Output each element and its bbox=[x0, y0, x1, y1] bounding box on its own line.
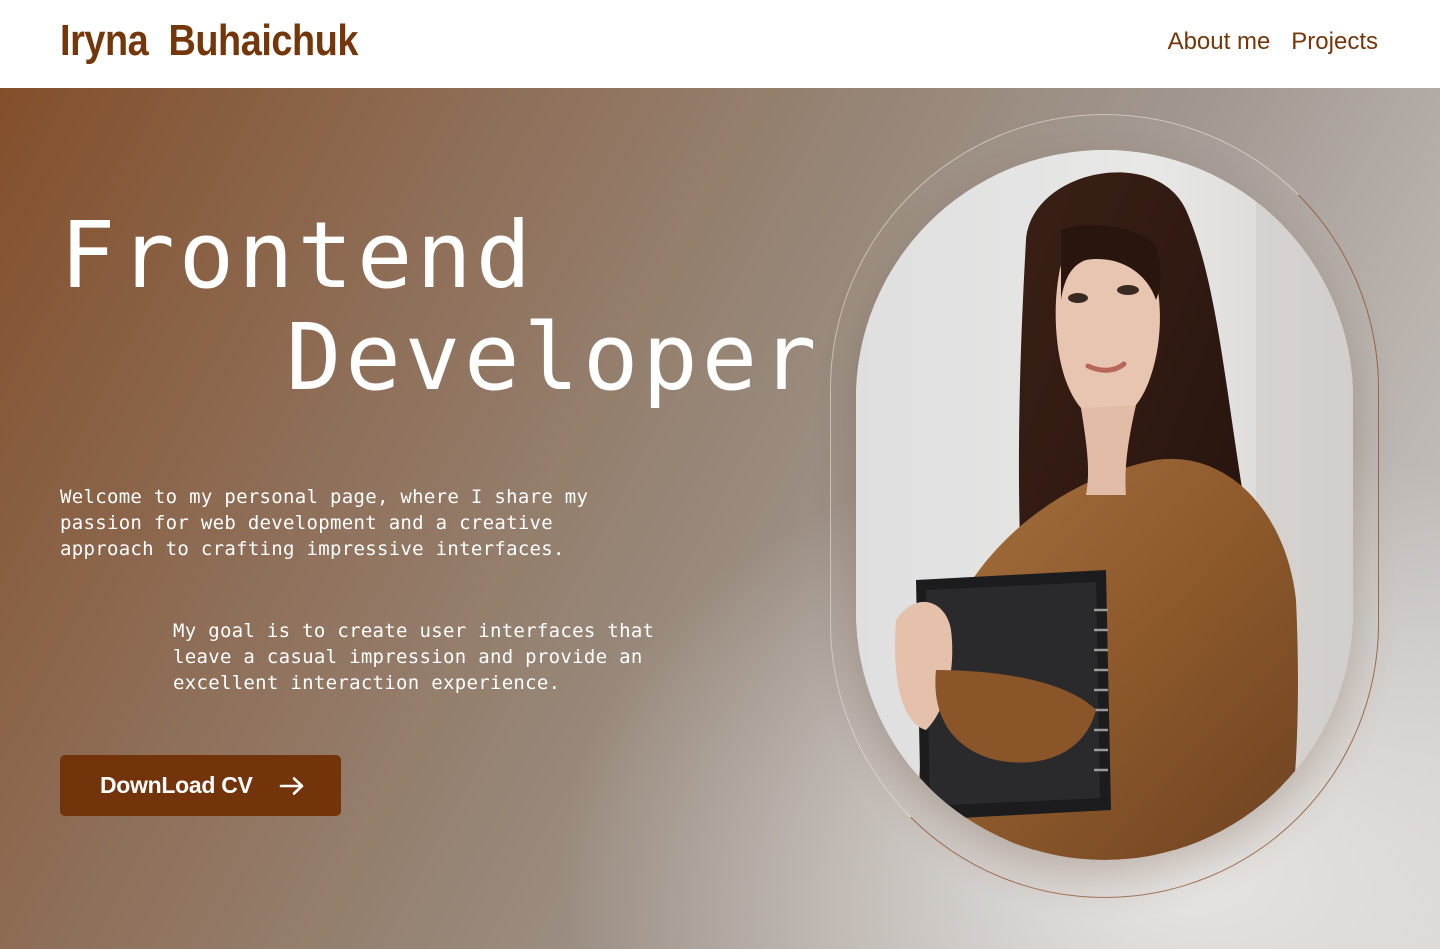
main-nav: About me Projects bbox=[1168, 28, 1378, 56]
download-cv-label: DownLoad CV bbox=[100, 772, 253, 798]
arrow-right-icon bbox=[279, 776, 305, 796]
headline-frontend: Frontend bbox=[60, 202, 536, 309]
site-logo[interactable]: Iryna Buhaichuk bbox=[60, 16, 358, 66]
goal-paragraph: My goal is to create user interfaces tha… bbox=[173, 620, 655, 694]
nav-about-me[interactable]: About me bbox=[1168, 28, 1271, 56]
portrait-photo bbox=[856, 150, 1353, 860]
hero-section: Frontend Developer Welcome to my persona… bbox=[0, 88, 1440, 949]
headline-developer: Developer bbox=[286, 304, 821, 411]
intro-paragraph: Welcome to my personal page, where I sha… bbox=[60, 486, 589, 560]
nav-projects[interactable]: Projects bbox=[1291, 28, 1378, 56]
site-header: Iryna Buhaichuk About me Projects bbox=[0, 0, 1440, 88]
download-cv-button[interactable]: DownLoad CV bbox=[60, 755, 341, 816]
